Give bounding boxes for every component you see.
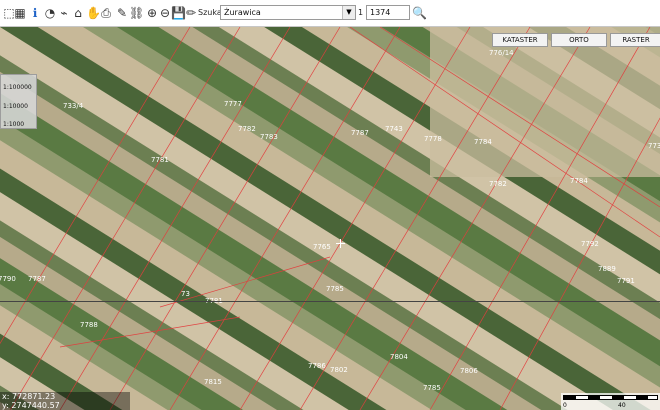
parcel-label: 7781 [151,156,169,164]
parcel-label: 773/1 [648,142,660,150]
parcel-label: 73 [181,290,190,298]
parcel-label: 7787 [351,129,369,137]
info-icon[interactable]: ℹ [28,6,42,20]
scale-bar-end: 40 [618,402,626,409]
parcel-label: 7787 [28,275,46,283]
parcel-label: 7889 [598,265,616,273]
parcel-label: 7777 [224,100,242,108]
toolbar: ⬚ ▦ ℹ ◔ ⌁ ⌂ ✋ ⎙ ✎ ⛓ ⊕ ⊖ 💾 ✏ Szukaj: Żura… [0,0,660,27]
parcel-label: 7792 [581,240,599,248]
parcel-label: 7765 [313,243,331,251]
edit-icon[interactable]: ✎ [115,6,129,20]
parcel-label: 7815 [204,378,222,386]
scale-bar-start: 0 [563,402,567,409]
scale-option[interactable]: 1:10000 [3,103,28,110]
aerial-field-strips [0,27,660,410]
draw-icon[interactable]: ✏ [184,6,198,20]
location-select[interactable]: Żurawica ▼ [220,5,356,20]
parcel-label: 7743 [385,125,403,133]
search-icon[interactable]: 🔍 [412,6,427,20]
measure-distance-icon[interactable]: ⌁ [57,6,71,20]
parcel-label: 7788 [80,321,98,329]
scale-bar-graphic [563,395,658,400]
location-value: Żurawica [224,8,261,17]
zoom-in-icon[interactable]: ⊕ [145,6,159,20]
scale-option[interactable]: 1:1000 [3,121,24,128]
coordinate-x: x: 772871.23 [2,392,56,401]
measure-area-icon[interactable]: ⌂ [71,6,85,20]
parcel-label: 7784 [474,138,492,146]
link-icon[interactable]: ⛓ [129,6,144,20]
parcel-label: 733/4 [63,102,84,110]
parcel-label: 7806 [460,367,478,375]
parcel-label: 7804 [390,353,408,361]
kataster-button[interactable]: KATASTER [492,33,548,47]
parcel-label: 7786 [308,362,326,370]
coordinate-y: y: 2747440.57 [2,401,60,410]
coordinates-readout: x: 772871.23 y: 2747440.57 [0,392,130,410]
scale-bar: 0 40 [561,393,660,410]
parcel-label: 7778 [424,135,442,143]
parcel-label: 7785 [326,285,344,293]
chevron-down-icon[interactable]: ▼ [342,6,355,19]
parcel-label: 7785 [423,384,441,392]
scale-input[interactable]: 1374 [366,5,410,20]
parcel-label: 7782 [489,180,507,188]
hand-icon[interactable]: ✋ [86,6,101,20]
pan-icon[interactable]: ◔ [43,6,57,20]
parcel-label: 7784 [570,177,588,185]
parcel-label: 776/14 [489,49,514,57]
orto-button[interactable]: ORTO [551,33,607,47]
guide-line [0,301,660,302]
map-view[interactable]: 733/4 7777 7782 7783 7781 7787 7743 7778… [0,27,660,410]
parcel-label: 7802 [330,366,348,374]
parcel-label: 7790 [0,275,16,283]
crosshair-icon [336,239,345,248]
parcel-label: 7791 [617,277,635,285]
zoom-out-icon[interactable]: ⊖ [158,6,172,20]
scale-option[interactable]: 1:100000 [3,84,32,91]
parcel-label: 7782 [238,125,256,133]
save-icon[interactable]: 💾 [171,6,186,20]
print-icon[interactable]: ⎙ [99,6,113,20]
raster-button[interactable]: RASTER [610,33,660,47]
scale-value: 1374 [370,8,391,17]
parcel-label: 7783 [260,133,278,141]
layers-icon[interactable]: ▦ [13,6,27,20]
scale-panel[interactable]: 1:100000 1:10000 1:1000 [0,74,37,129]
